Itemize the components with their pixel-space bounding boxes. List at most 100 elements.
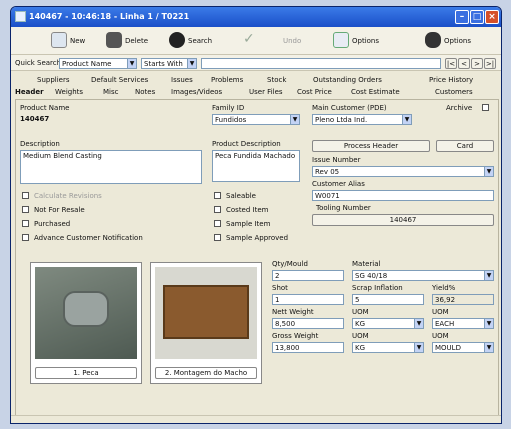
tab-problems[interactable]: Problems xyxy=(211,76,243,84)
sample-approved-label: Sample Approved xyxy=(226,234,289,242)
sample-item-checkbox[interactable] xyxy=(214,220,221,227)
part-photo xyxy=(35,267,137,359)
tooling-number-button[interactable]: 140467 xyxy=(312,214,494,226)
tab-images-videos[interactable]: Images/Videos xyxy=(171,88,222,96)
material-select[interactable]: SG 40/18 ▼ xyxy=(352,270,494,281)
nav-last-button[interactable]: >| xyxy=(484,58,496,69)
tabs-top-row: Suppliers Default Services Issues Proble… xyxy=(11,75,501,87)
shot-input[interactable]: 1 xyxy=(272,294,344,305)
tab-weights[interactable]: Weights xyxy=(55,88,83,96)
app-icon xyxy=(15,11,26,22)
description-textarea[interactable]: Medium Blend Casting xyxy=(20,150,202,184)
costed-item-label: Costed Item xyxy=(226,206,269,214)
image-frame-1[interactable]: 1. Peca xyxy=(30,262,142,384)
uom2-select[interactable]: EACH ▼ xyxy=(432,318,494,329)
network-icon xyxy=(333,32,349,48)
uom1-select[interactable]: KG ▼ xyxy=(352,318,424,329)
quick-search-field-value: Product Name xyxy=(62,60,112,68)
customer-alias-value: W0071 xyxy=(315,192,340,200)
quick-search-input[interactable] xyxy=(201,58,441,69)
gross-weight-input[interactable]: 13,800 xyxy=(272,342,344,353)
family-value: Fundidos xyxy=(215,116,247,124)
maximize-button[interactable]: □ xyxy=(470,10,484,24)
tab-cost-estimate[interactable]: Cost Estimate xyxy=(351,88,400,96)
calculate-revisions-label: Calculate Revisions xyxy=(34,192,102,200)
saleable-checkbox[interactable] xyxy=(214,192,221,199)
chevron-down-icon: ▼ xyxy=(127,59,136,68)
ok-button[interactable]: ✓ xyxy=(243,32,273,50)
scrap-label: Scrap Inflation xyxy=(352,284,403,292)
uom2-value: EACH xyxy=(435,320,455,328)
family-select[interactable]: Fundidos ▼ xyxy=(212,114,300,125)
tab-notes[interactable]: Notes xyxy=(135,88,155,96)
nav-last-label: >| xyxy=(485,60,495,68)
qty-mould-input[interactable]: 2 xyxy=(272,270,344,281)
tooling-number-label: Tooling Number xyxy=(316,204,371,212)
saleable-label: Saleable xyxy=(226,192,256,200)
product-description-textarea[interactable]: Peca Fundida Machado xyxy=(212,150,300,182)
nav-next-button[interactable]: > xyxy=(471,58,483,69)
nav-prev-button[interactable]: < xyxy=(458,58,470,69)
options-label-1: Options xyxy=(352,37,380,45)
tab-user-files[interactable]: User Files xyxy=(249,88,283,96)
chevron-down-icon: ▼ xyxy=(484,167,493,176)
main-customer-label: Main Customer (PDE) xyxy=(312,104,387,112)
purchased-checkbox[interactable] xyxy=(22,220,29,227)
quick-search-mode-select[interactable]: Starts With ▼ xyxy=(141,58,197,69)
issue-number-value: Rev 05 xyxy=(315,168,340,176)
costed-item-checkbox[interactable] xyxy=(214,206,221,213)
process-header-button[interactable]: Process Header xyxy=(312,140,430,152)
minimize-button[interactable]: – xyxy=(455,10,469,24)
uom4-select[interactable]: MOULD ▼ xyxy=(432,342,494,353)
casting-shape xyxy=(63,291,109,327)
tab-cost-price[interactable]: Cost Price xyxy=(297,88,332,96)
tab-default-services[interactable]: Default Services xyxy=(91,76,148,84)
customer-alias-label: Customer Alias xyxy=(312,180,365,188)
material-label: Material xyxy=(352,260,381,268)
yield-value-box: 36,92 xyxy=(432,294,494,305)
nett-weight-value: 8,500 xyxy=(275,320,296,328)
tab-customers[interactable]: Customers xyxy=(435,88,473,96)
tab-stock[interactable]: Stock xyxy=(267,76,286,84)
delete-label: Delete xyxy=(125,37,148,45)
sample-approved-checkbox[interactable] xyxy=(214,234,221,241)
card-button[interactable]: Card xyxy=(436,140,494,152)
image-caption-2: 2. Montagem do Macho xyxy=(155,367,257,379)
chevron-down-icon: ▼ xyxy=(414,319,423,328)
nett-weight-input[interactable]: 8,500 xyxy=(272,318,344,329)
options-button-1[interactable]: Options xyxy=(333,32,403,50)
tab-outstanding-orders[interactable]: Outstanding Orders xyxy=(313,76,382,84)
chevron-down-icon: ▼ xyxy=(290,115,299,124)
uom4-label: UOM xyxy=(432,332,449,340)
scrap-input[interactable]: 5 xyxy=(352,294,424,305)
uom3-select[interactable]: KG ▼ xyxy=(352,342,424,353)
advance-notification-checkbox[interactable] xyxy=(22,234,29,241)
image-frame-2[interactable]: 2. Montagem do Macho xyxy=(150,262,262,384)
tab-suppliers[interactable]: Suppliers xyxy=(37,76,70,84)
family-label: Family ID xyxy=(212,104,245,112)
chevron-down-icon: ▼ xyxy=(402,115,411,124)
chevron-down-icon: ▼ xyxy=(484,343,493,352)
calculate-revisions-checkbox[interactable] xyxy=(22,192,29,199)
options-button-2[interactable]: Options xyxy=(425,32,497,50)
tab-header[interactable]: Header xyxy=(15,88,44,96)
not-for-resale-checkbox[interactable] xyxy=(22,206,29,213)
close-button[interactable]: × xyxy=(485,10,499,24)
issue-number-select[interactable]: Rev 05 ▼ xyxy=(312,166,494,177)
tab-price-history[interactable]: Price History xyxy=(429,76,473,84)
customer-alias-input[interactable]: W0071 xyxy=(312,190,494,201)
search-button[interactable]: Search xyxy=(169,32,239,50)
tabs-bottom-row: Header Weights Misc Notes Images/Videos … xyxy=(11,87,501,99)
tab-issues[interactable]: Issues xyxy=(171,76,193,84)
quick-search-field-select[interactable]: Product Name ▼ xyxy=(59,58,137,69)
undo-button[interactable]: Undo xyxy=(275,32,325,50)
quick-search-mode-value: Starts With xyxy=(144,60,183,68)
archive-checkbox[interactable] xyxy=(482,104,489,111)
new-button[interactable]: New xyxy=(51,32,101,50)
main-customer-select[interactable]: Pleno Ltda Ind. ▼ xyxy=(312,114,412,125)
nav-prev-label: < xyxy=(461,60,467,68)
nav-first-button[interactable]: |< xyxy=(445,58,457,69)
tab-misc[interactable]: Misc xyxy=(103,88,118,96)
quick-search-label: Quick Search xyxy=(15,59,62,67)
delete-button[interactable]: Delete xyxy=(106,32,166,50)
